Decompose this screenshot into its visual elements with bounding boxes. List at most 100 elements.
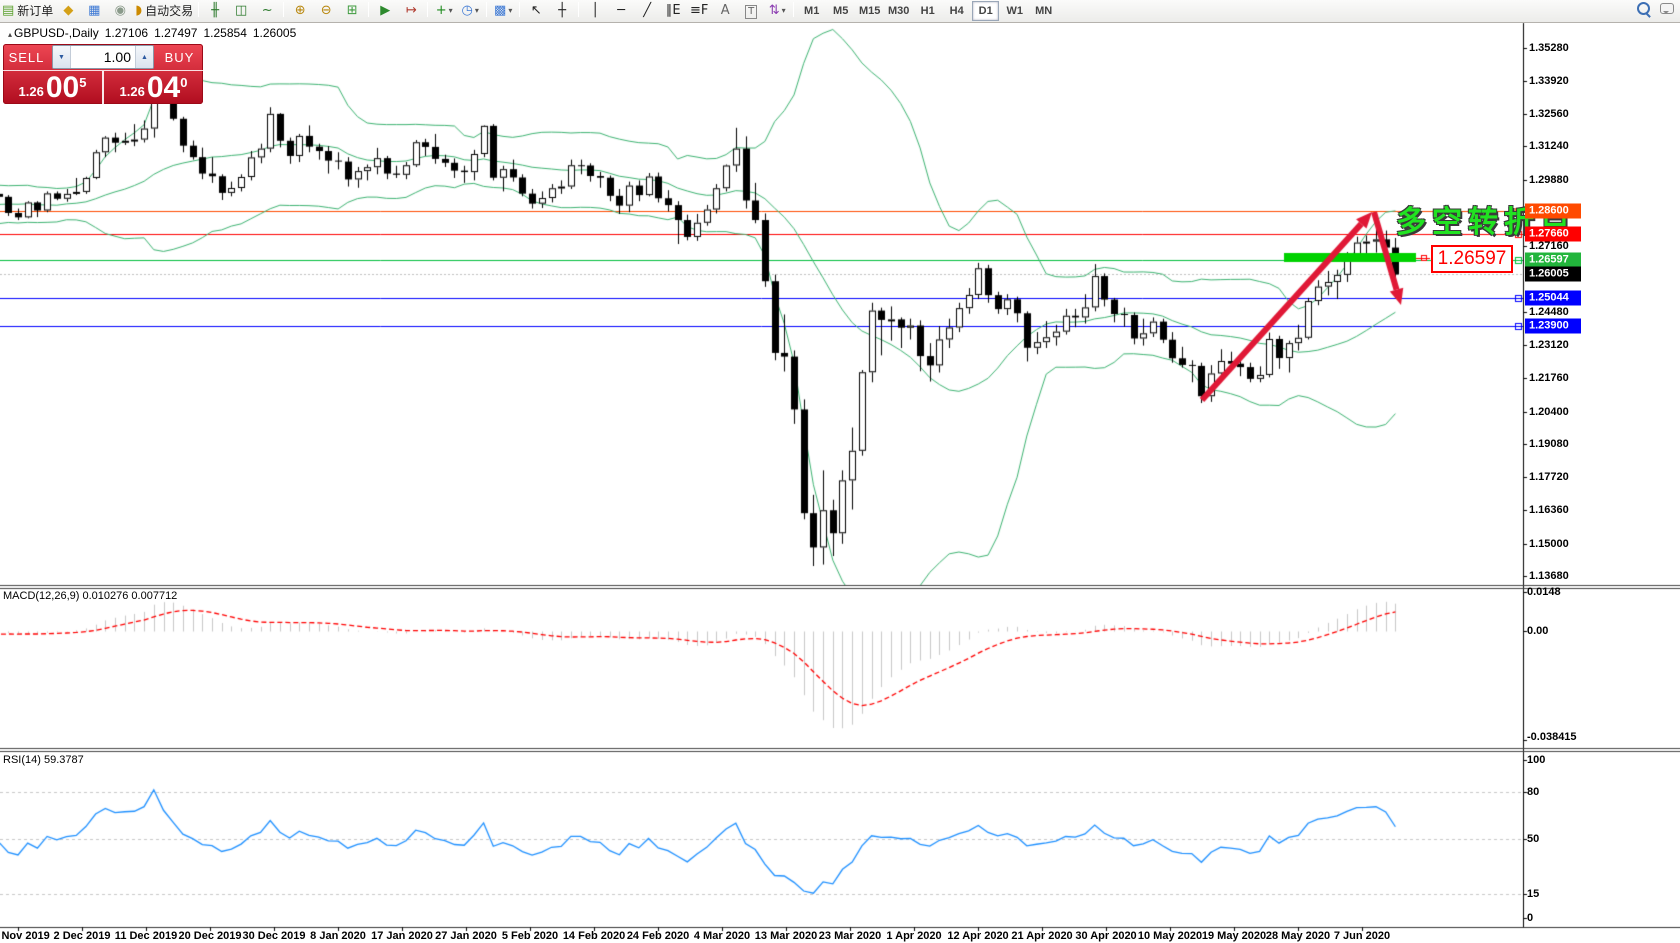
indicators-icon-glyph: + — [436, 3, 447, 18]
timeframe-button-h4[interactable]: H4 — [943, 1, 970, 21]
market-watch-icon[interactable]: ◆ — [55, 0, 81, 20]
search-icon[interactable] — [1637, 2, 1650, 15]
timeframe-button-m15[interactable]: M15 — [856, 1, 883, 21]
new-order-button[interactable]: ▤新订单 — [0, 0, 55, 20]
cursor-icon[interactable]: ↖ — [523, 0, 549, 20]
toolbar-separator — [368, 2, 369, 17]
timeframe-button-mn[interactable]: MN — [1030, 1, 1057, 21]
timeframe-button-m1[interactable]: M1 — [798, 1, 825, 21]
date-tick-label: 28 May 2020 — [1266, 930, 1330, 942]
timeframe-button-d1[interactable]: D1 — [972, 1, 999, 21]
toolbar-separator — [578, 2, 579, 17]
periods-icon[interactable]: ◷▾ — [457, 0, 483, 20]
vertical-line-icon[interactable]: │ — [582, 0, 608, 20]
timeframe-button-m30[interactable]: M30 — [885, 1, 912, 21]
chat-icon[interactable] — [1660, 3, 1674, 14]
high-value: 1.27497 — [154, 26, 197, 40]
label-icon[interactable]: T — [738, 2, 764, 22]
price-tick-label: 1.24480 — [1529, 306, 1569, 318]
volume-decrease-button[interactable]: ▼ — [53, 46, 71, 68]
price-tick-label: 1.31240 — [1529, 140, 1569, 152]
new-order-button-glyph: ▤ — [2, 3, 14, 18]
price-line-badge: 1.28600 — [1525, 204, 1581, 219]
price-tick-label: 1.23120 — [1529, 339, 1569, 351]
timeframe-button-w1[interactable]: W1 — [1001, 1, 1028, 21]
channel-icon[interactable]: ∥E — [660, 0, 686, 20]
price-level-label[interactable]: 1.26597 — [1431, 245, 1513, 273]
signal-icon[interactable]: ◉ — [107, 0, 133, 20]
indicators-icon[interactable]: +▾ — [431, 0, 457, 20]
toolbar-icon-group: ▤新订单◆▦◉◗自动交易╫◫~⊕⊖⊞▶↦+▾◷▾▩▾↖┼│─╱∥E≡FAT⇅▾ — [0, 0, 797, 22]
zoom-out-icon[interactable]: ⊖ — [313, 0, 339, 20]
arrows-icon-glyph: ⇅ — [769, 3, 780, 18]
rsi-tick-label: 100 — [1527, 754, 1545, 766]
periods-icon-dropdown[interactable]: ▾ — [475, 6, 479, 15]
tile-windows-icon-glyph: ⊞ — [347, 3, 358, 18]
toolbar-separator — [283, 2, 284, 17]
autoscroll-icon[interactable]: ▶ — [372, 0, 398, 20]
trendline-icon[interactable]: ╱ — [634, 0, 660, 20]
templates-icon[interactable]: ▩▾ — [490, 0, 516, 20]
timeframe-button-m5[interactable]: M5 — [827, 1, 854, 21]
macd-indicator-label: MACD(12,26,9) 0.010276 0.007712 — [3, 590, 177, 602]
chart-symbol-icon: ▴ — [8, 30, 12, 39]
candlestick-icon[interactable]: ◫ — [228, 0, 254, 20]
horizontal-line-icon-glyph: ─ — [617, 3, 625, 18]
buy-price-display[interactable]: 1.26 04 0 — [104, 71, 203, 104]
date-tick-label: 20 Dec 2019 — [179, 930, 242, 942]
indicators-icon-dropdown[interactable]: ▾ — [449, 6, 453, 15]
price-line-badge: 1.26005 — [1525, 267, 1581, 282]
date-tick-label: 2 Dec 2019 — [54, 930, 111, 942]
volume-stepper: ▼ 1.00 ▲ — [52, 45, 154, 69]
close-value: 1.26005 — [253, 26, 296, 40]
arrows-icon-dropdown[interactable]: ▾ — [782, 6, 786, 15]
price-tick-label: 1.35280 — [1529, 42, 1569, 54]
trendline-icon-glyph: ╱ — [643, 3, 651, 18]
buy-price-sup: 0 — [180, 75, 187, 90]
crosshair-icon[interactable]: ┼ — [549, 0, 575, 20]
toolbar-separator — [427, 2, 428, 17]
price-tick-label: 1.20400 — [1529, 406, 1569, 418]
chart-canvas[interactable] — [0, 0, 1680, 943]
horizontal-line-icon[interactable]: ─ — [608, 0, 634, 20]
price-tick-label: 1.15000 — [1529, 538, 1569, 550]
volume-input[interactable]: 1.00 — [71, 49, 135, 65]
volume-increase-button[interactable]: ▲ — [135, 46, 153, 68]
toolbar-separator — [793, 2, 794, 17]
price-line-badge: 1.26597 — [1525, 253, 1581, 268]
sell-button[interactable]: SELL — [3, 50, 50, 65]
autotrade-button-glyph: ◗ — [135, 3, 142, 18]
templates-icon-dropdown[interactable]: ▾ — [508, 6, 512, 15]
text-icon-glyph: A — [721, 3, 730, 18]
arrows-icon[interactable]: ⇅▾ — [764, 0, 790, 20]
tile-windows-icon[interactable]: ⊞ — [339, 0, 365, 20]
date-tick-label: 10 May 2020 — [1138, 930, 1202, 942]
timeframe-button-h1[interactable]: H1 — [914, 1, 941, 21]
date-tick-label: 5 Feb 2020 — [502, 930, 558, 942]
date-tick-label: 17 Jan 2020 — [371, 930, 433, 942]
autotrade-button[interactable]: ◗自动交易 — [133, 0, 195, 20]
label-icon-glyph: T — [745, 5, 757, 19]
price-tick-label: 1.13680 — [1529, 570, 1569, 582]
bar-chart-icon[interactable]: ╫ — [202, 0, 228, 20]
price-line-badge: 1.23900 — [1525, 319, 1581, 334]
buy-button[interactable]: BUY — [156, 50, 203, 65]
fibonacci-icon[interactable]: ≡F — [686, 0, 712, 20]
date-tick-label: 24 Feb 2020 — [627, 930, 689, 942]
text-icon[interactable]: A — [712, 0, 738, 20]
chart-shift-icon[interactable]: ↦ — [398, 0, 424, 20]
date-tick-label: 7 Jun 2020 — [1334, 930, 1390, 942]
cursor-icon-glyph: ↖ — [531, 3, 542, 18]
candlestick-icon-glyph: ◫ — [235, 3, 247, 18]
zoom-in-icon[interactable]: ⊕ — [287, 0, 313, 20]
line-chart-icon[interactable]: ~ — [254, 0, 280, 20]
periods-icon-glyph: ◷ — [462, 3, 473, 18]
main-toolbar: ▤新订单◆▦◉◗自动交易╫◫~⊕⊖⊞▶↦+▾◷▾▩▾↖┼│─╱∥E≡FAT⇅▾ … — [0, 0, 1680, 23]
chart-window-icon[interactable]: ▦ — [81, 0, 107, 20]
templates-icon-glyph: ▩ — [494, 3, 506, 18]
autotrade-button-label: 自动交易 — [145, 2, 193, 19]
sell-price-big: 00 — [46, 73, 79, 103]
sell-price-display[interactable]: 1.26 00 5 — [3, 71, 104, 104]
date-tick-label: 23 Mar 2020 — [819, 930, 881, 942]
price-line-badge: 1.25044 — [1525, 291, 1581, 306]
